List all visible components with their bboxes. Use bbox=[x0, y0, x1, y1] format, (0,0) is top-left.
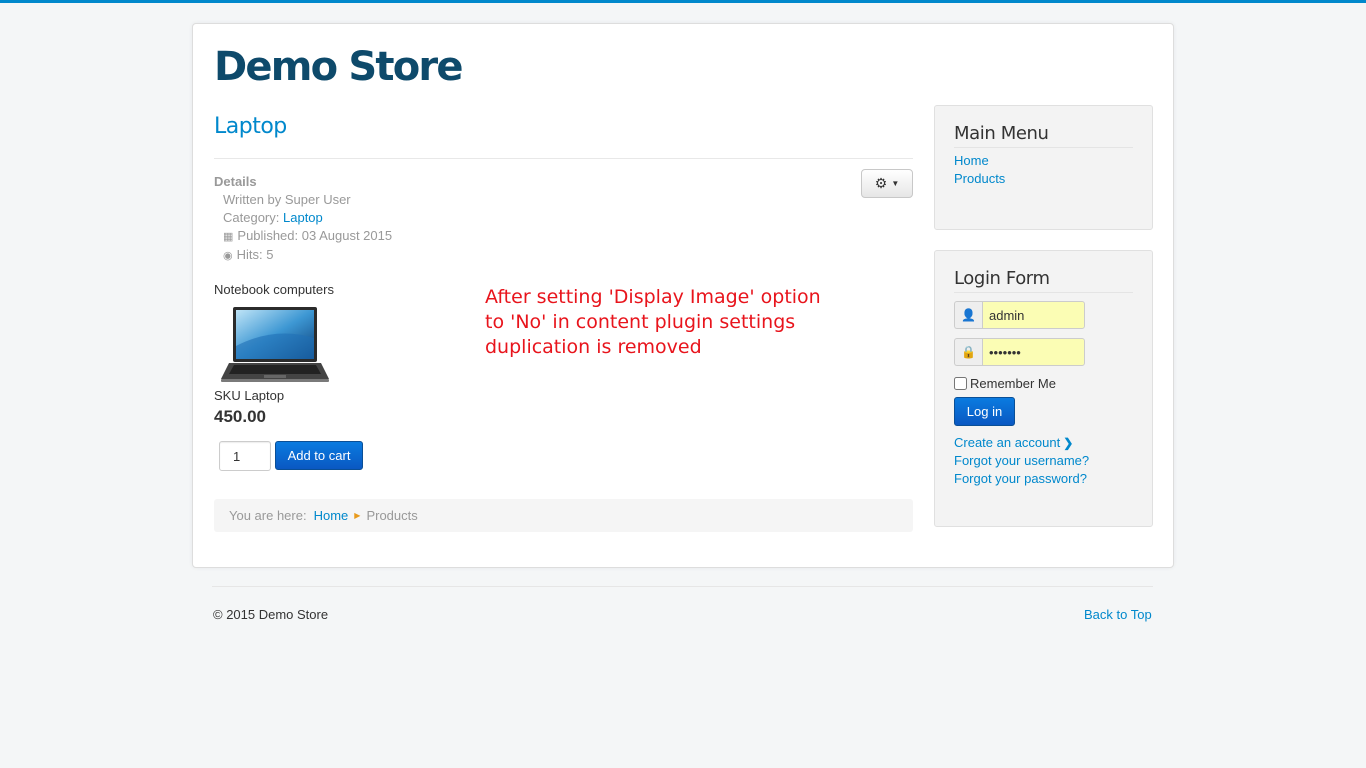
menu-item-products[interactable]: Products bbox=[954, 171, 1005, 186]
caret-down-icon: ▼ bbox=[891, 179, 900, 188]
published-date: Published: 03 August 2015 bbox=[237, 228, 393, 243]
remember-me-checkbox[interactable] bbox=[954, 377, 967, 390]
annotation-line: duplication is removed bbox=[485, 336, 702, 358]
username-field: 👤 bbox=[954, 301, 1085, 329]
site-brand[interactable]: Demo Store bbox=[214, 44, 463, 90]
lock-icon: 🔒 bbox=[954, 338, 982, 366]
username-input[interactable] bbox=[982, 301, 1085, 329]
password-field: 🔒 bbox=[954, 338, 1085, 366]
hits-count: Hits: 5 bbox=[236, 247, 274, 262]
user-icon: 👤 bbox=[954, 301, 982, 329]
breadcrumb-home[interactable]: Home bbox=[314, 508, 349, 523]
breadcrumb-current: Products bbox=[366, 508, 418, 523]
remember-me-label: Remember Me bbox=[970, 376, 1056, 391]
product-block: Notebook computers SKU Laptop 450.00 Add… bbox=[214, 282, 363, 471]
article-info: Details Written by Super User Category: … bbox=[214, 173, 392, 265]
add-to-cart-button[interactable]: Add to cart bbox=[275, 441, 363, 470]
login-form-title: Login Form bbox=[954, 251, 1133, 293]
product-price: 450.00 bbox=[214, 407, 266, 426]
category-line: Category: Laptop bbox=[214, 209, 392, 227]
author-line: Written by Super User bbox=[223, 192, 351, 207]
published-line: ▦ Published: 03 August 2015 bbox=[214, 227, 392, 246]
product-heading: Notebook computers bbox=[214, 282, 334, 297]
forgot-username-link[interactable]: Forgot your username? bbox=[954, 453, 1089, 468]
article-tools-button[interactable]: ⚙ ▼ bbox=[861, 169, 913, 198]
quantity-input[interactable] bbox=[219, 441, 271, 471]
annotation-text: After setting 'Display Image' option to … bbox=[485, 285, 905, 360]
create-account-link[interactable]: Create an account bbox=[954, 435, 1060, 450]
forgot-password-link[interactable]: Forgot your password? bbox=[954, 471, 1087, 486]
login-form-module: Login Form 👤 🔒 Remember Me Log in Create… bbox=[934, 250, 1153, 527]
hits-line: ◉ Hits: 5 bbox=[214, 246, 392, 265]
main-menu-title: Main Menu bbox=[954, 106, 1133, 148]
main-menu-module: Main Menu Home Products bbox=[934, 105, 1153, 230]
eye-icon: ◉ bbox=[223, 250, 233, 262]
category-link[interactable]: Laptop bbox=[283, 210, 323, 225]
remember-me[interactable]: Remember Me bbox=[954, 376, 1056, 391]
footer-copyright: © 2015 Demo Store bbox=[213, 607, 329, 622]
divider bbox=[214, 158, 913, 159]
gear-icon: ⚙ bbox=[874, 175, 888, 191]
laptop-image bbox=[221, 307, 329, 382]
breadcrumb-separator-icon: ▶ bbox=[354, 511, 361, 520]
product-sku: SKU Laptop bbox=[214, 388, 285, 403]
breadcrumb: You are here: Home ▶ Products bbox=[214, 499, 913, 532]
page-container: Demo Store Laptop ⚙ ▼ Details Written by… bbox=[192, 23, 1174, 568]
footer-divider bbox=[212, 586, 1153, 587]
annotation-line: to 'No' in content plugin settings bbox=[485, 311, 796, 333]
password-input[interactable] bbox=[982, 338, 1085, 366]
login-links: Create an account ❯ Forgot your username?… bbox=[954, 434, 1089, 488]
annotation-line: After setting 'Display Image' option bbox=[485, 286, 821, 308]
article-title[interactable]: Laptop bbox=[214, 114, 287, 139]
login-button[interactable]: Log in bbox=[954, 397, 1015, 426]
category-label: Category: bbox=[223, 210, 280, 225]
calendar-icon: ▦ bbox=[223, 231, 234, 243]
details-label: Details bbox=[214, 174, 257, 189]
back-to-top-link[interactable]: Back to Top bbox=[1084, 607, 1152, 622]
chevron-right-icon: ❯ bbox=[1063, 436, 1074, 450]
breadcrumb-prefix: You are here: bbox=[229, 508, 307, 523]
menu-item-home[interactable]: Home bbox=[954, 153, 989, 168]
